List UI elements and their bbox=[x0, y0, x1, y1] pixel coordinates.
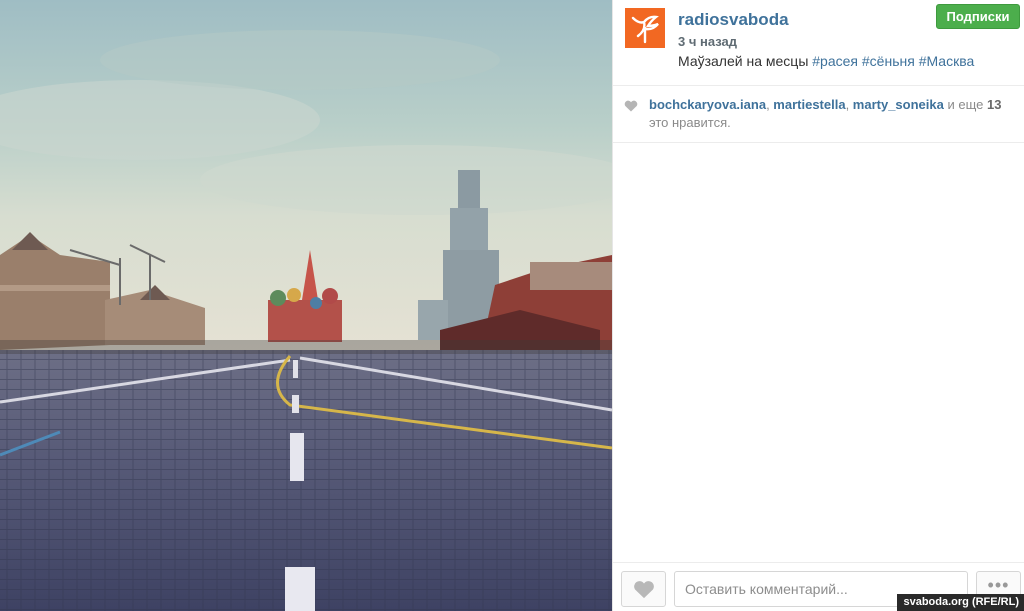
post-sidebar: radiosvaboda 3 ч назад Маўзалей на месцы… bbox=[612, 0, 1024, 611]
comment-bar: ••• svaboda.org (RFE/RL) bbox=[613, 562, 1024, 611]
heart-icon bbox=[624, 100, 638, 112]
post-caption: Маўзалей на месцы #расея #сёньня #Масква bbox=[678, 53, 974, 69]
liker-link[interactable]: marty_soneika bbox=[853, 97, 944, 112]
follow-button[interactable]: Подписки bbox=[936, 4, 1020, 29]
post-photo[interactable] bbox=[0, 0, 612, 611]
likes-suffix: это нравится. bbox=[649, 115, 731, 130]
post-username[interactable]: radiosvaboda bbox=[678, 10, 789, 30]
radio-svoboda-logo-icon[interactable] bbox=[625, 8, 665, 48]
likes-users-line: bochckaryova.iana, martiestella, marty_s… bbox=[649, 97, 1002, 112]
red-square-photo bbox=[0, 0, 612, 611]
likes-more-count[interactable]: 13 bbox=[987, 97, 1001, 112]
post-timestamp[interactable]: 3 ч назад bbox=[678, 34, 737, 49]
likes-and-more: и еще bbox=[947, 97, 984, 112]
like-button[interactable] bbox=[621, 571, 666, 607]
hashtag-link[interactable]: #Масква bbox=[919, 53, 975, 69]
likes-section: bochckaryova.iana, martiestella, marty_s… bbox=[613, 86, 1024, 143]
heart-icon bbox=[633, 580, 654, 598]
hashtag-link[interactable]: #расея bbox=[812, 53, 858, 69]
liker-link[interactable]: martiestella bbox=[773, 97, 845, 112]
hashtag-link[interactable]: #сёньня bbox=[862, 53, 915, 69]
caption-text: Маўзалей на месцы bbox=[678, 53, 813, 69]
post-header: radiosvaboda 3 ч назад Маўзалей на месцы… bbox=[613, 0, 1024, 86]
liker-link[interactable]: bochckaryova.iana bbox=[649, 97, 766, 112]
watermark: svaboda.org (RFE/RL) bbox=[897, 594, 1024, 611]
